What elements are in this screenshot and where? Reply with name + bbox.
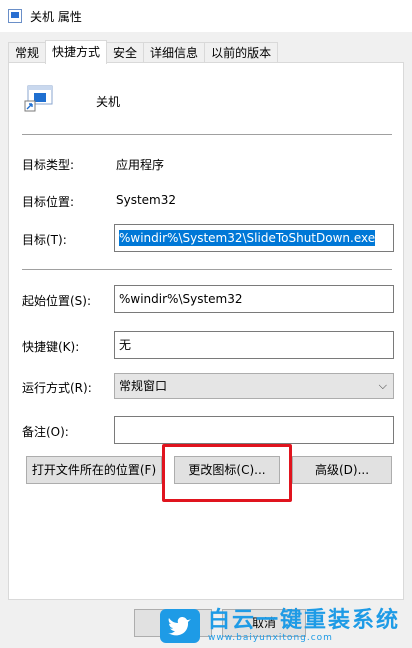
open-file-location-button[interactable]: 打开文件所在的位置(F) [26, 456, 162, 484]
hotkey-label: 快捷键(K): [22, 340, 80, 354]
title-bar: 关机 属性 [0, 0, 412, 32]
run-label: 运行方式(R): [22, 381, 92, 395]
target-type-label: 目标类型: [22, 158, 75, 172]
tab-previous-versions[interactable]: 以前的版本 [204, 42, 279, 64]
chevron-down-icon: ⌵ [378, 379, 387, 392]
run-select[interactable]: 常规窗口 ⌵ [114, 373, 394, 399]
target-location-value: System32 [116, 193, 177, 207]
highlight-box [162, 444, 292, 502]
tab-details[interactable]: 详细信息 [143, 42, 206, 64]
target-label: 目标(T): [22, 233, 67, 247]
target-input-selected-text: %windir%\System32\SlideToShutDown.exe [119, 230, 376, 246]
tab-security[interactable]: 安全 [106, 42, 145, 64]
watermark: 白云一键重装系统 www.baiyunxitong.com [160, 606, 408, 646]
comment-input[interactable] [114, 416, 394, 444]
watermark-url: www.baiyunxitong.com [208, 633, 333, 643]
tab-shortcut[interactable]: 快捷方式 [45, 40, 108, 64]
comment-label: 备注(O): [22, 425, 69, 439]
target-location-label: 目标位置: [22, 195, 75, 209]
shortcut-app-icon [24, 85, 53, 112]
target-input[interactable]: %windir%\System32\SlideToShutDown.exe [114, 224, 394, 252]
target-type-value: 应用程序 [116, 158, 165, 172]
watermark-title: 白云一键重装系统 [208, 608, 401, 633]
start-in-input[interactable]: %windir%\System32 [114, 285, 394, 313]
bird-logo-icon [160, 609, 200, 643]
tab-general[interactable]: 常规 [8, 42, 47, 64]
tab-strip: 常规 快捷方式 安全 详细信息 以前的版本 [8, 40, 279, 64]
run-select-value: 常规窗口 [119, 379, 168, 393]
shortcut-name: 关机 [96, 95, 121, 109]
separator [22, 134, 392, 135]
hotkey-input[interactable]: 无 [114, 331, 394, 359]
shortcut-properties-icon [8, 9, 22, 23]
window-title: 关机 属性 [30, 9, 82, 24]
start-in-label: 起始位置(S): [22, 294, 92, 308]
separator [22, 269, 392, 270]
advanced-button[interactable]: 高级(D)... [292, 456, 392, 484]
